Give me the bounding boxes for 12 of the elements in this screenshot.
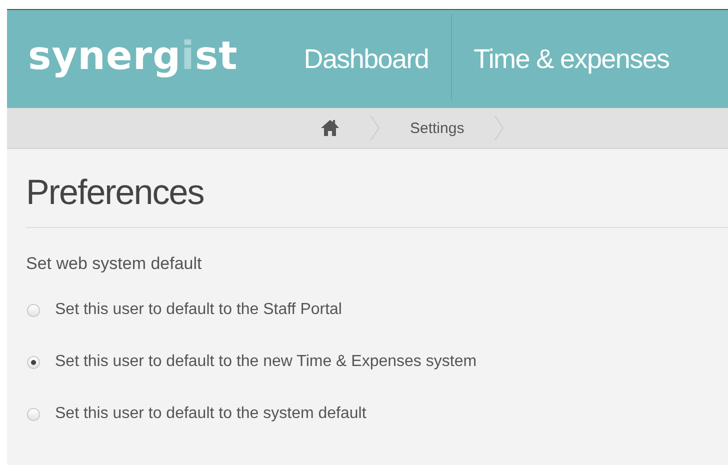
section-label: Set web system default [26,254,203,274]
nav-link[interactable]: Time & expenses [452,10,692,108]
breadcrumb-link[interactable]: Settings [410,120,464,136]
option-label: Set this user to default to the Staff Portal [55,301,342,319]
option-label: Set this user to default to the system default [55,405,366,423]
radio-button[interactable] [27,304,40,316]
nav-link[interactable]: Dashboard [282,10,451,108]
radio-button[interactable] [27,356,40,368]
home-icon[interactable] [320,119,340,137]
option-label: Set this user to default to the new Time & Expenses system [55,353,477,371]
radio-button[interactable] [27,408,40,420]
page-title: Preferences [26,149,728,228]
